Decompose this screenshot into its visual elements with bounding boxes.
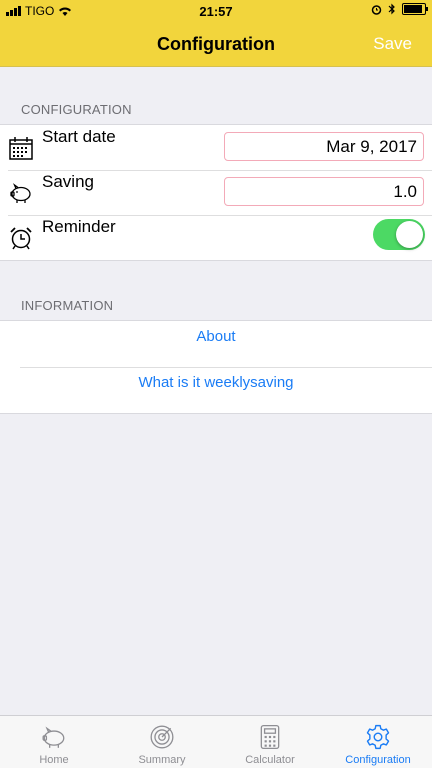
start-date-label: Start date	[42, 127, 116, 146]
about-row: About	[0, 321, 432, 367]
tab-home[interactable]: Home	[0, 716, 108, 768]
reminder-row: Reminder	[0, 215, 432, 260]
saving-row: Saving	[0, 170, 432, 215]
tab-calculator[interactable]: Calculator	[216, 716, 324, 768]
what-is-weeklysaving-link[interactable]: What is it weeklysaving	[138, 374, 293, 391]
status-bar: TIGO 21:57	[0, 0, 432, 22]
toggle-knob	[396, 221, 423, 248]
tab-calculator-label: Calculator	[245, 754, 295, 766]
tab-summary-label: Summary	[138, 754, 186, 766]
calendar-icon	[9, 137, 33, 160]
what-is-it-row: What is it weeklysaving	[0, 367, 432, 413]
information-group: About What is it weeklysaving	[0, 320, 432, 414]
page-title: Configuration	[157, 34, 275, 54]
saving-label: Saving	[42, 172, 94, 191]
tab-home-label: Home	[39, 754, 69, 766]
information-section-header: INFORMATION	[21, 298, 114, 313]
battery-fill	[404, 5, 422, 13]
piggy-bank-icon	[42, 726, 65, 748]
configuration-group: Start date Saving Reminder	[0, 124, 432, 261]
alarm-clock-icon	[10, 227, 32, 250]
alarm-icon	[371, 4, 382, 15]
tab-configuration[interactable]: Configuration	[324, 716, 432, 768]
bluetooth-icon	[388, 3, 395, 15]
start-date-field[interactable]	[224, 132, 424, 161]
target-icon	[150, 725, 174, 749]
status-time: 21:57	[199, 4, 233, 19]
battery-icon	[402, 3, 428, 15]
reminder-label: Reminder	[42, 217, 116, 236]
tab-bar: Home Summary Calculator Configuration	[0, 715, 432, 768]
start-date-row: Start date	[0, 125, 432, 170]
about-link[interactable]: About	[196, 328, 235, 345]
tab-configuration-label: Configuration	[345, 754, 411, 766]
calculator-icon	[260, 724, 280, 750]
piggy-bank-icon	[10, 183, 31, 203]
status-right	[371, 3, 428, 15]
configuration-section-header: CONFIGURATION	[21, 102, 132, 117]
tab-summary[interactable]: Summary	[108, 716, 216, 768]
reminder-toggle[interactable]	[373, 219, 425, 250]
saving-field[interactable]	[224, 177, 424, 206]
navigation-bar: Configuration Save	[0, 22, 432, 67]
gear-icon	[366, 724, 390, 750]
save-button[interactable]: Save	[373, 34, 412, 54]
